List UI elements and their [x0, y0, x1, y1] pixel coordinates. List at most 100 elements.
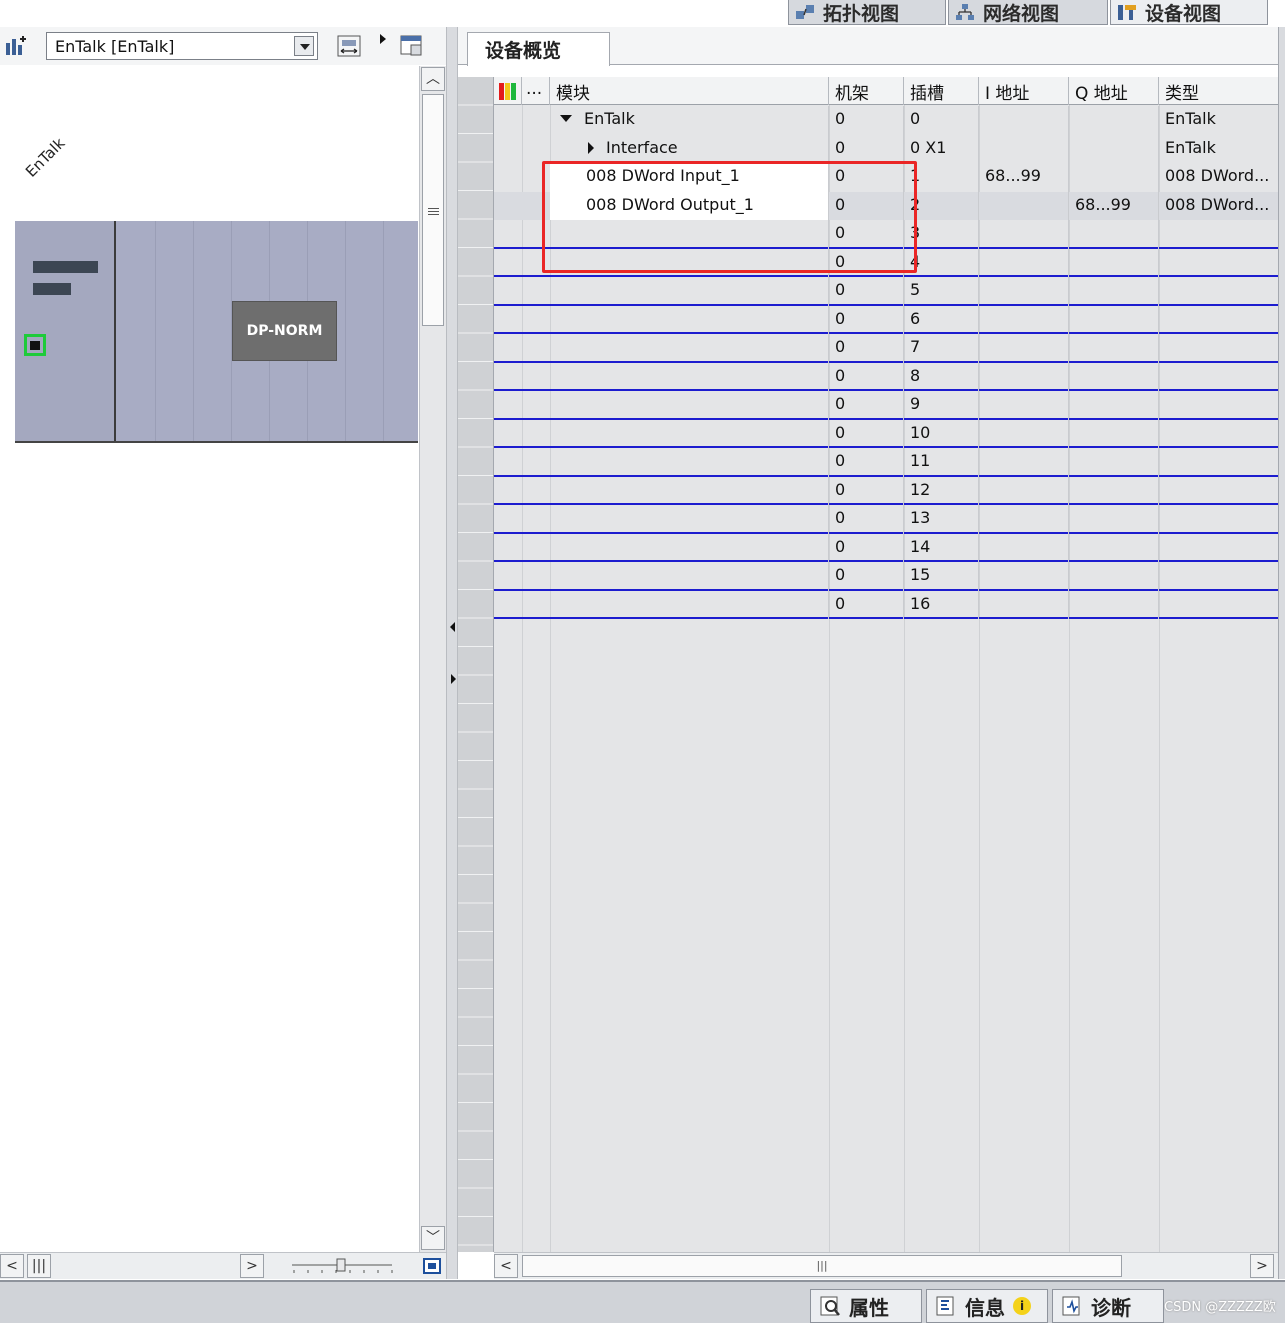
cell-i-address[interactable] [979, 220, 1069, 249]
cell-i-address[interactable] [979, 562, 1069, 591]
table-row[interactable]: EnTalk 0 0 EnTalk [494, 106, 1279, 135]
tab-diagnostics[interactable]: 诊断 [1052, 1289, 1164, 1323]
cell-module[interactable] [550, 505, 829, 534]
cell-type[interactable]: EnTalk [1159, 106, 1279, 135]
cell-q-address[interactable] [1069, 248, 1159, 277]
interface-port-icon[interactable] [24, 334, 46, 356]
cell-q-address[interactable] [1069, 590, 1159, 619]
column-header-i-address[interactable]: I 地址 [979, 77, 1069, 105]
cell-rack[interactable]: 0 [829, 277, 904, 306]
cell-q-address[interactable] [1069, 391, 1159, 420]
cell-q-address[interactable] [1069, 476, 1159, 505]
cell-q-address[interactable] [1069, 562, 1159, 591]
expand-arrow-icon[interactable] [378, 32, 388, 46]
table-row[interactable]: 07 [494, 334, 1279, 363]
cell-i-address[interactable] [979, 448, 1069, 477]
cell-type[interactable] [1159, 305, 1279, 334]
zoom-slider[interactable] [290, 1257, 395, 1277]
table-row[interactable]: 08 [494, 362, 1279, 391]
cell-rack[interactable]: 0 [829, 533, 904, 562]
scroll-left-button[interactable]: < [0, 1254, 24, 1278]
cell-module[interactable]: EnTalk [550, 106, 829, 135]
cell-q-address[interactable] [1069, 163, 1159, 192]
cell-q-address[interactable] [1069, 220, 1159, 249]
column-header-slot[interactable]: 插槽 [904, 77, 979, 105]
scrollbar-thumb[interactable] [422, 94, 444, 326]
tab-topology-view[interactable]: 拓扑视图 [788, 0, 946, 25]
zoom-fit-icon[interactable] [420, 1255, 444, 1277]
cell-rack[interactable]: 0 [829, 505, 904, 534]
cell-i-address[interactable] [979, 334, 1069, 363]
cell-slot[interactable]: 14 [904, 533, 979, 562]
cell-type[interactable] [1159, 476, 1279, 505]
dp-norm-module[interactable]: DP-NORM [232, 301, 337, 361]
cell-module[interactable] [550, 220, 829, 249]
cell-module[interactable]: 008 DWord Output_1 [550, 191, 829, 220]
tab-info[interactable]: 信息 i [926, 1289, 1048, 1323]
scroll-right-button[interactable]: > [240, 1254, 264, 1278]
table-row[interactable]: 09 [494, 391, 1279, 420]
cell-type[interactable] [1159, 334, 1279, 363]
cell-module[interactable] [550, 277, 829, 306]
fit-width-icon[interactable] [336, 33, 362, 59]
cell-rack[interactable]: 0 [829, 562, 904, 591]
cell-rack[interactable]: 0 [829, 419, 904, 448]
table-row[interactable]: 03 [494, 220, 1279, 249]
cell-i-address[interactable] [979, 590, 1069, 619]
scrollbar-thumb[interactable]: ||| [522, 1255, 1122, 1277]
table-row[interactable]: 008 DWord Output_1 0 2 68...99 008 DWord... [494, 191, 1279, 220]
cell-slot[interactable]: 2 [904, 191, 979, 220]
left-horizontal-scrollbar[interactable]: < ||| > [0, 1252, 446, 1279]
cell-type[interactable] [1159, 391, 1279, 420]
cell-i-address[interactable] [979, 106, 1069, 135]
cell-i-address[interactable] [979, 505, 1069, 534]
screenshot-icon[interactable] [399, 33, 425, 59]
table-row[interactable]: 0 10 [494, 419, 1279, 448]
cell-module[interactable]: Interface [550, 134, 829, 163]
topology-overview-icon[interactable] [4, 35, 28, 57]
cell-i-address[interactable] [979, 533, 1069, 562]
cell-slot[interactable]: 12 [904, 476, 979, 505]
expand-right-icon[interactable] [449, 673, 457, 685]
cell-slot[interactable]: 7 [904, 334, 979, 363]
cell-module[interactable]: 008 DWord Input_1 [550, 163, 829, 192]
cell-module[interactable] [550, 305, 829, 334]
table-row[interactable]: 0 11 [494, 448, 1279, 477]
column-header-ellipsis[interactable]: ... [522, 77, 550, 105]
cell-module[interactable] [550, 476, 829, 505]
cell-q-address[interactable] [1069, 134, 1159, 163]
cell-slot[interactable]: 4 [904, 248, 979, 277]
cell-type[interactable] [1159, 505, 1279, 534]
collapse-left-icon[interactable] [449, 621, 457, 633]
table-row[interactable]: 05 [494, 277, 1279, 306]
cell-rack[interactable]: 0 [829, 220, 904, 249]
cell-type[interactable] [1159, 590, 1279, 619]
tab-properties[interactable]: 属性 [810, 1289, 922, 1323]
chevron-down-icon[interactable] [294, 36, 314, 56]
cell-rack[interactable]: 0 [829, 391, 904, 420]
cell-rack[interactable]: 0 [829, 191, 904, 220]
cell-module[interactable] [550, 533, 829, 562]
rack[interactable] [15, 219, 418, 443]
cell-slot[interactable]: 1 [904, 163, 979, 192]
cell-i-address[interactable] [979, 305, 1069, 334]
cell-type[interactable] [1159, 533, 1279, 562]
table-row[interactable]: 06 [494, 305, 1279, 334]
cell-q-address[interactable] [1069, 305, 1159, 334]
cell-type[interactable] [1159, 448, 1279, 477]
cell-i-address[interactable]: 68...99 [979, 163, 1069, 192]
device-select[interactable]: EnTalk [EnTalk] [46, 32, 318, 60]
cell-q-address[interactable] [1069, 533, 1159, 562]
column-header-q-address[interactable]: Q 地址 [1069, 77, 1159, 105]
cell-type[interactable] [1159, 248, 1279, 277]
cell-i-address[interactable] [979, 134, 1069, 163]
cell-i-address[interactable] [979, 248, 1069, 277]
cell-slot[interactable]: 10 [904, 419, 979, 448]
cell-module[interactable] [550, 448, 829, 477]
tab-device-overview[interactable]: 设备概览 [467, 32, 610, 66]
cell-module[interactable] [550, 334, 829, 363]
cell-type[interactable] [1159, 277, 1279, 306]
tab-network-view[interactable]: 网络视图 [948, 0, 1108, 25]
cell-module[interactable] [550, 590, 829, 619]
cell-slot[interactable]: 11 [904, 448, 979, 477]
